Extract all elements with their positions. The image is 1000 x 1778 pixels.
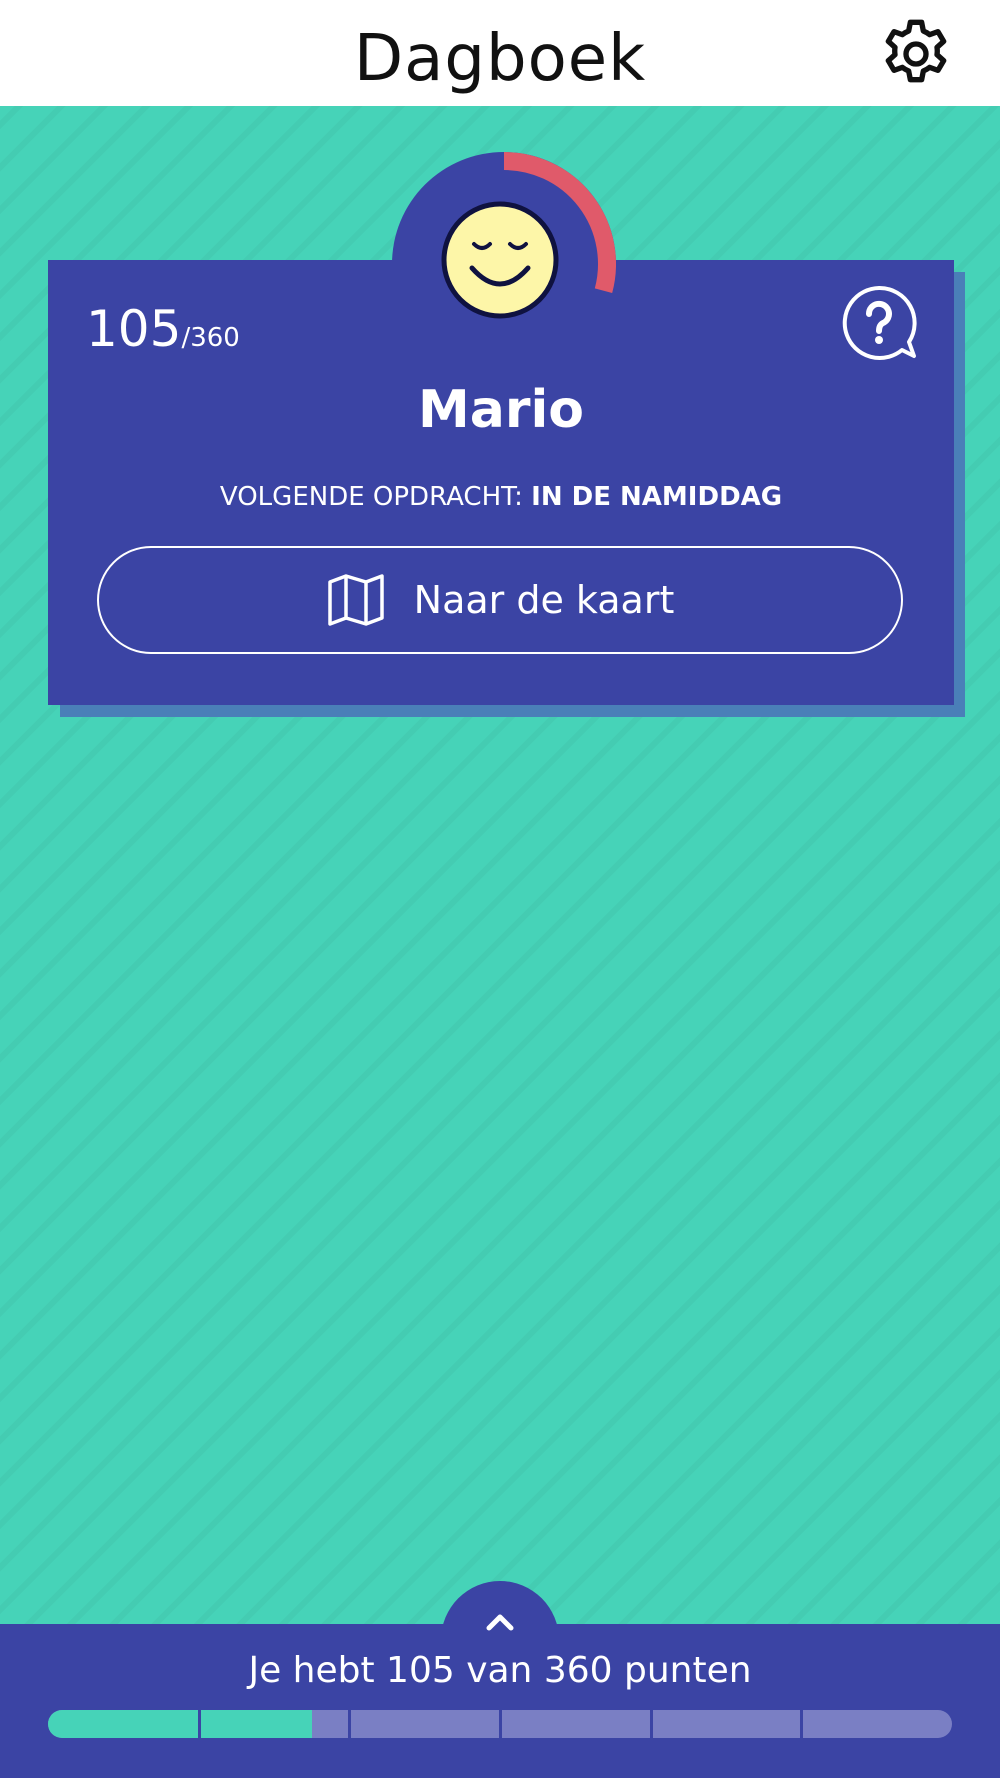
settings-button[interactable] [876, 14, 956, 94]
map-icon [327, 574, 384, 626]
progress-divider [197, 1710, 201, 1738]
map-button-label: Naar de kaart [413, 578, 675, 622]
gear-icon [885, 19, 947, 83]
points-summary: Je hebt 105 van 360 punten [248, 1650, 752, 1691]
child-name: Mario [417, 380, 585, 440]
score: 105/360 [86, 300, 240, 358]
score-value: 105 [86, 300, 182, 358]
chevron-up-icon [486, 1614, 514, 1631]
next-task-value: IN DE NAMIDDAG [531, 482, 783, 512]
app-header: Dagboek [0, 0, 1000, 106]
progress-divider [499, 1710, 502, 1738]
next-task: VOLGENDE OPDRACHT: IN DE NAMIDDAG [48, 482, 954, 512]
progress-divider [800, 1710, 804, 1738]
smiling-face-icon [441, 201, 559, 319]
points-progress-fill [48, 1710, 312, 1738]
progress-divider [649, 1710, 653, 1738]
points-progress-bar [48, 1710, 952, 1738]
progress-divider [348, 1710, 352, 1738]
question-bubble-icon [842, 285, 917, 360]
score-total: /360 [181, 323, 240, 353]
next-task-label: VOLGENDE OPDRACHT: [219, 482, 532, 512]
page-title: Dagboek [353, 22, 647, 96]
map-button[interactable]: Naar de kaart [97, 546, 903, 654]
help-button[interactable] [840, 284, 918, 362]
bottom-panel [0, 1624, 1000, 1778]
